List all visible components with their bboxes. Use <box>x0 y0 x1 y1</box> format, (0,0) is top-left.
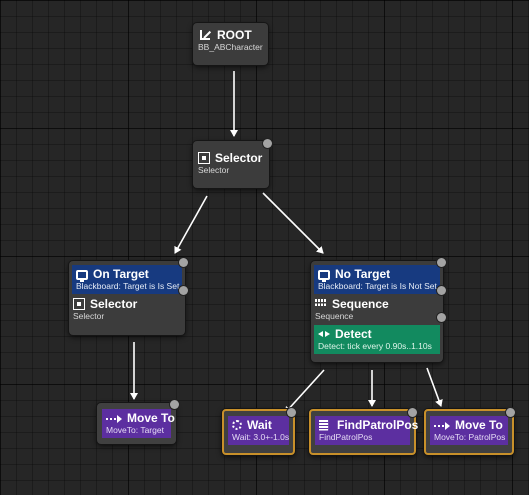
task-pin[interactable] <box>408 408 417 417</box>
sequence-icon <box>315 299 327 306</box>
wait-title: Wait <box>247 418 272 432</box>
detect-title: Detect <box>335 327 372 341</box>
wait-subtitle: Wait: 3.0+-1.0s <box>232 432 290 442</box>
sequence-subtitle: Sequence <box>315 311 354 321</box>
decorator-pin[interactable] <box>437 258 446 267</box>
root-subtitle: BB_ABCharacter <box>198 42 263 52</box>
left-selector[interactable]: Selector Selector <box>73 296 181 322</box>
task-pin[interactable] <box>287 408 296 417</box>
on-target-title: On Target <box>93 267 149 281</box>
on-target-node[interactable]: On Target Blackboard: Target is Is Set S… <box>69 258 188 335</box>
task-icon <box>319 419 329 431</box>
selector-icon <box>73 298 85 310</box>
no-target-node[interactable]: No Target Blackboard: Target is Is Not S… <box>311 258 446 362</box>
blackboard-icon <box>318 269 330 282</box>
sequence-title: Sequence <box>332 297 389 311</box>
find-patrol-pos-title: FindPatrolPos <box>337 418 419 432</box>
service-icon <box>318 329 330 339</box>
sequence-composite[interactable]: Sequence Sequence <box>315 296 439 322</box>
move-to-target-node[interactable]: Move To MoveTo: Target <box>97 400 179 444</box>
decorator-pin[interactable] <box>179 258 188 267</box>
sequence-output-pin[interactable] <box>437 313 446 322</box>
blackboard-icon <box>76 269 88 282</box>
move-to-icon <box>434 420 450 430</box>
wait-icon <box>232 420 242 430</box>
no-target-title: No Target <box>335 267 391 281</box>
task-pin[interactable] <box>506 408 515 417</box>
wait-task[interactable]: Wait Wait: 3.0+-1.0s <box>228 416 289 445</box>
detect-subtitle: Detect: tick every 0.90s..1.10s <box>318 341 432 351</box>
find-patrol-pos-node[interactable]: FindPatrolPos FindPatrolPos <box>309 408 418 455</box>
selector-icon <box>198 152 210 164</box>
root-icon <box>200 30 210 40</box>
wire-selector-to-right <box>262 192 324 254</box>
selector-title: Selector <box>215 151 263 165</box>
wire-selector-to-left <box>174 195 208 254</box>
decorator-pin-2[interactable] <box>179 286 188 295</box>
on-target-decorator[interactable]: On Target Blackboard: Target is Is Set <box>72 265 182 294</box>
decorator-pin-2[interactable] <box>437 286 446 295</box>
selector-output-pin[interactable] <box>263 139 272 148</box>
move-to-patrol-node[interactable]: Move To MoveTo: PatrolPos <box>424 408 515 455</box>
move-to-patrol-task[interactable]: Move To MoveTo: PatrolPos <box>430 416 508 445</box>
find-patrol-pos-task[interactable]: FindPatrolPos FindPatrolPos <box>315 416 418 445</box>
wire-sequence-to-moveto <box>426 367 443 407</box>
task-pin[interactable] <box>170 400 179 409</box>
no-target-decorator[interactable]: No Target Blackboard: Target is Is Not S… <box>314 265 440 294</box>
selector-subtitle: Selector <box>198 165 230 175</box>
move-to-patrol-subtitle: MoveTo: PatrolPos <box>434 432 506 442</box>
on-target-subtitle: Blackboard: Target is Is Set <box>76 281 180 291</box>
wait-node[interactable]: Wait Wait: 3.0+-1.0s <box>222 408 296 455</box>
find-patrol-pos-subtitle: FindPatrolPos <box>319 432 373 442</box>
move-to-target-subtitle: MoveTo: Target <box>106 425 164 435</box>
left-selector-title: Selector <box>90 297 138 311</box>
root-node[interactable]: ROOT BB_ABCharacter <box>193 23 268 65</box>
selector-node[interactable]: Selector Selector <box>193 139 272 188</box>
detect-service[interactable]: Detect Detect: tick every 0.90s..1.10s <box>314 325 440 354</box>
move-to-patrol-title: Move To <box>455 418 503 432</box>
move-to-target-task[interactable]: Move To MoveTo: Target <box>102 409 175 438</box>
wire-sequence-to-wait <box>284 369 325 414</box>
no-target-subtitle: Blackboard: Target is Is Not Set <box>318 281 437 291</box>
move-to-icon <box>106 413 122 423</box>
move-to-target-title: Move To <box>127 411 175 425</box>
root-title: ROOT <box>217 28 252 42</box>
left-selector-subtitle: Selector <box>73 311 105 321</box>
